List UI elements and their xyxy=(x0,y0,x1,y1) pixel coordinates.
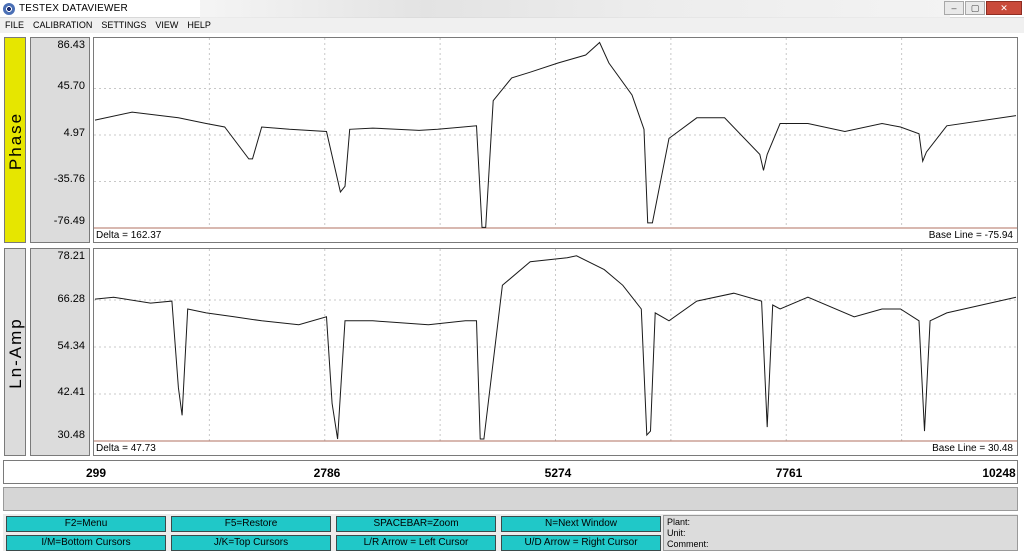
comment-label: Comment: xyxy=(667,539,709,549)
amp-label-box: Ln-Amp xyxy=(4,248,26,456)
phase-chart[interactable] xyxy=(94,38,1017,242)
menu-view[interactable]: VIEW xyxy=(155,18,178,33)
amp-chart[interactable] xyxy=(94,249,1017,455)
menu-calibration[interactable]: CALIBRATION xyxy=(33,18,92,33)
amp-plot[interactable]: Delta = 47.73 Base Line = 30.48 xyxy=(93,248,1018,456)
amp-delta: Delta = 47.73 xyxy=(96,443,156,454)
phase-plot[interactable]: Delta = 162.37 Base Line = -75.94 xyxy=(93,37,1018,243)
status-bar xyxy=(3,487,1018,511)
phase-tick: 86.43 xyxy=(57,39,85,51)
menu-help[interactable]: HELP xyxy=(187,18,211,33)
restore-key-button[interactable]: F5=Restore xyxy=(171,516,331,532)
title-bar-background xyxy=(200,0,950,18)
x-tick: 299 xyxy=(85,466,107,480)
amp-scale: 78.21 66.28 54.34 42.41 30.48 xyxy=(30,248,90,456)
phase-label-box: Phase xyxy=(4,37,26,243)
x-tick: 10248 xyxy=(982,466,1016,480)
phase-tick: 4.97 xyxy=(63,127,85,139)
window-controls: – ▢ ✕ xyxy=(943,1,1022,16)
phase-tick: -35.76 xyxy=(53,173,85,185)
bottom-cursors-key-button[interactable]: I/M=Bottom Cursors xyxy=(6,535,166,551)
x-tick: 7761 xyxy=(775,466,803,480)
amp-baseline: Base Line = 30.48 xyxy=(932,443,1013,454)
window-title: TESTEX DATAVIEWER xyxy=(19,3,128,14)
minimize-icon[interactable]: – xyxy=(944,1,964,15)
x-axis: 299 2786 5274 7761 10248 xyxy=(3,460,1018,484)
top-cursors-key-button[interactable]: J/K=Top Cursors xyxy=(171,535,331,551)
title-bar: TESTEX DATAVIEWER – ▢ ✕ xyxy=(0,0,1024,18)
unit-label: Unit: xyxy=(667,528,686,538)
amp-tick: 78.21 xyxy=(57,250,85,262)
menu-key-button[interactable]: F2=Menu xyxy=(6,516,166,532)
close-icon[interactable]: ✕ xyxy=(986,1,1022,15)
x-tick: 5274 xyxy=(544,466,572,480)
amp-tick: 66.28 xyxy=(57,293,85,305)
amp-tick: 30.48 xyxy=(57,429,85,441)
menu-file[interactable]: FILE xyxy=(5,18,24,33)
next-window-key-button[interactable]: N=Next Window xyxy=(501,516,661,532)
menu-settings[interactable]: SETTINGS xyxy=(101,18,146,33)
right-cursor-key-button[interactable]: U/D Arrow = Right Cursor xyxy=(501,535,661,551)
phase-baseline: Base Line = -75.94 xyxy=(928,230,1013,241)
x-tick: 2786 xyxy=(313,466,341,480)
phase-label: Phase xyxy=(6,111,25,171)
menu-bar: FILE CALIBRATION SETTINGS VIEW HELP xyxy=(0,18,1024,33)
info-panel: Plant: Unit: Comment: xyxy=(663,515,1018,551)
phase-tick: -76.49 xyxy=(53,215,85,227)
phase-scale: 86.43 45.70 4.97 -35.76 -76.49 xyxy=(30,37,90,243)
maximize-icon[interactable]: ▢ xyxy=(965,1,985,15)
phase-delta: Delta = 162.37 xyxy=(96,230,162,241)
plant-label: Plant: xyxy=(667,517,691,527)
amp-tick: 54.34 xyxy=(57,340,85,352)
left-cursor-key-button[interactable]: L/R Arrow = Left Cursor xyxy=(336,535,496,551)
amp-label: Ln-Amp xyxy=(6,317,25,389)
zoom-key-button[interactable]: SPACEBAR=Zoom xyxy=(336,516,496,532)
app-icon xyxy=(3,3,15,15)
amp-tick: 42.41 xyxy=(57,386,85,398)
phase-tick: 45.70 xyxy=(57,80,85,92)
